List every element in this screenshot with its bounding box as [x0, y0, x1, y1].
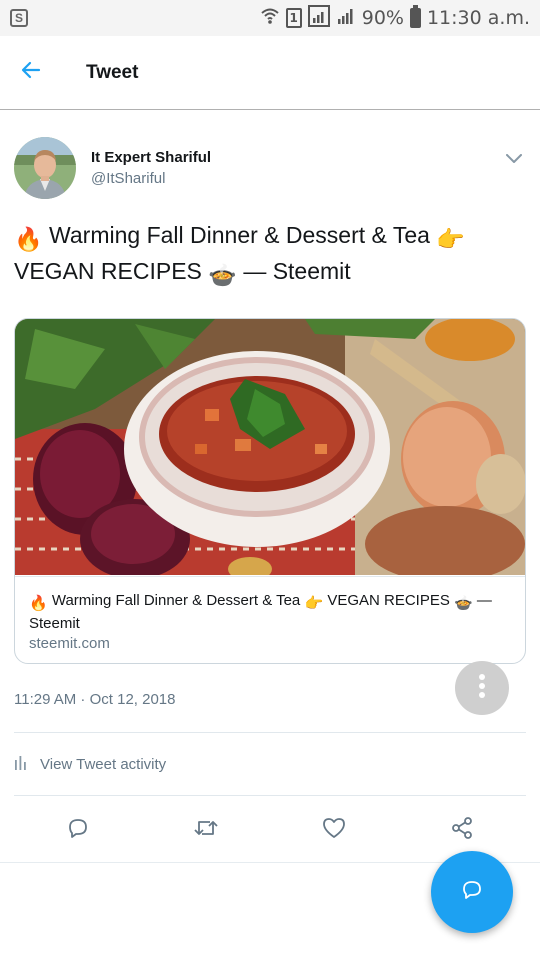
compose-reply-icon — [461, 879, 483, 906]
tweet-timestamp: 11:29 AM · Oct 12, 2018 — [14, 691, 176, 708]
reply-button[interactable] — [64, 816, 92, 844]
sim-icon: 1 — [285, 8, 302, 28]
card-body: 🔥 Warming Fall Dinner & Dessert & Tea 👉 … — [15, 576, 525, 663]
divider — [14, 732, 526, 733]
view-tweet-activity-link[interactable]: View Tweet activity — [14, 750, 166, 778]
card-title-part1: Warming Fall Dinner & Dessert & Tea — [51, 592, 301, 609]
signal-icon — [336, 6, 356, 31]
author-handle[interactable]: @ItShariful — [91, 170, 211, 187]
author-name[interactable]: It Expert Shariful — [91, 149, 211, 166]
back-button[interactable] — [1, 43, 61, 103]
share-icon — [450, 816, 474, 845]
retweet-button[interactable] — [192, 816, 220, 844]
tweet-text-part3: — Steemit — [243, 258, 351, 284]
retweet-icon — [193, 816, 219, 845]
status-left: S — [10, 9, 28, 27]
card-title-part2: VEGAN RECIPES — [327, 592, 450, 609]
tweet-author: It Expert Shariful @ItShariful — [14, 136, 526, 200]
activity-label: View Tweet activity — [40, 755, 167, 773]
bowl-emoji-icon: 🍲 — [208, 262, 237, 288]
battery-percent: 90% — [361, 7, 404, 29]
bowl-emoji-icon: 🍲 — [454, 595, 473, 612]
more-vertical-icon — [478, 673, 486, 704]
tweet-text-part2: VEGAN RECIPES — [14, 258, 202, 284]
tweet-text-part1: Warming Fall Dinner & Dessert & Tea — [49, 222, 430, 248]
fire-emoji-icon: 🔥 — [29, 595, 48, 612]
chevron-down-icon — [506, 151, 522, 169]
tweet-detail-screen: S 1 90% 11:30 a.m. Tweet It Expert Shari… — [0, 0, 540, 960]
point-right-emoji-icon: 👉 — [304, 595, 324, 612]
wifi-icon — [260, 6, 280, 31]
card-title: 🔥 Warming Fall Dinner & Dessert & Tea 👉 … — [29, 591, 513, 634]
share-button[interactable] — [448, 816, 476, 844]
status-bar: S 1 90% 11:30 a.m. — [0, 0, 540, 36]
compose-reply-button[interactable] — [431, 851, 513, 933]
link-preview-card[interactable]: 🔥 Warming Fall Dinner & Dessert & Tea 👉 … — [14, 318, 526, 664]
point-right-emoji-icon: 👉 — [436, 226, 465, 252]
app-notification-icon: S — [10, 9, 28, 27]
page-title: Tweet — [86, 61, 139, 83]
status-right: 1 90% 11:30 a.m. — [260, 4, 530, 32]
tweet-options-button[interactable] — [502, 148, 526, 172]
card-domain: steemit.com — [29, 635, 110, 652]
app-header: Tweet — [0, 36, 540, 110]
author-info: It Expert Shariful @ItShariful — [91, 149, 211, 187]
battery-icon — [409, 5, 421, 28]
signal-box-icon — [307, 4, 330, 32]
bar-chart-icon — [14, 754, 28, 775]
reply-icon — [66, 816, 90, 845]
like-button[interactable] — [320, 816, 348, 844]
more-options-button[interactable] — [455, 661, 509, 715]
heart-icon — [322, 817, 346, 844]
divider — [14, 795, 526, 796]
fire-emoji-icon: 🔥 — [14, 226, 43, 252]
tweet-action-bar — [14, 808, 526, 852]
clock: 11:30 a.m. — [426, 7, 530, 29]
card-image — [15, 319, 525, 575]
arrow-left-icon — [21, 61, 41, 84]
avatar[interactable] — [14, 137, 76, 199]
tweet-text: 🔥 Warming Fall Dinner & Dessert & Tea 👉 … — [14, 219, 526, 291]
